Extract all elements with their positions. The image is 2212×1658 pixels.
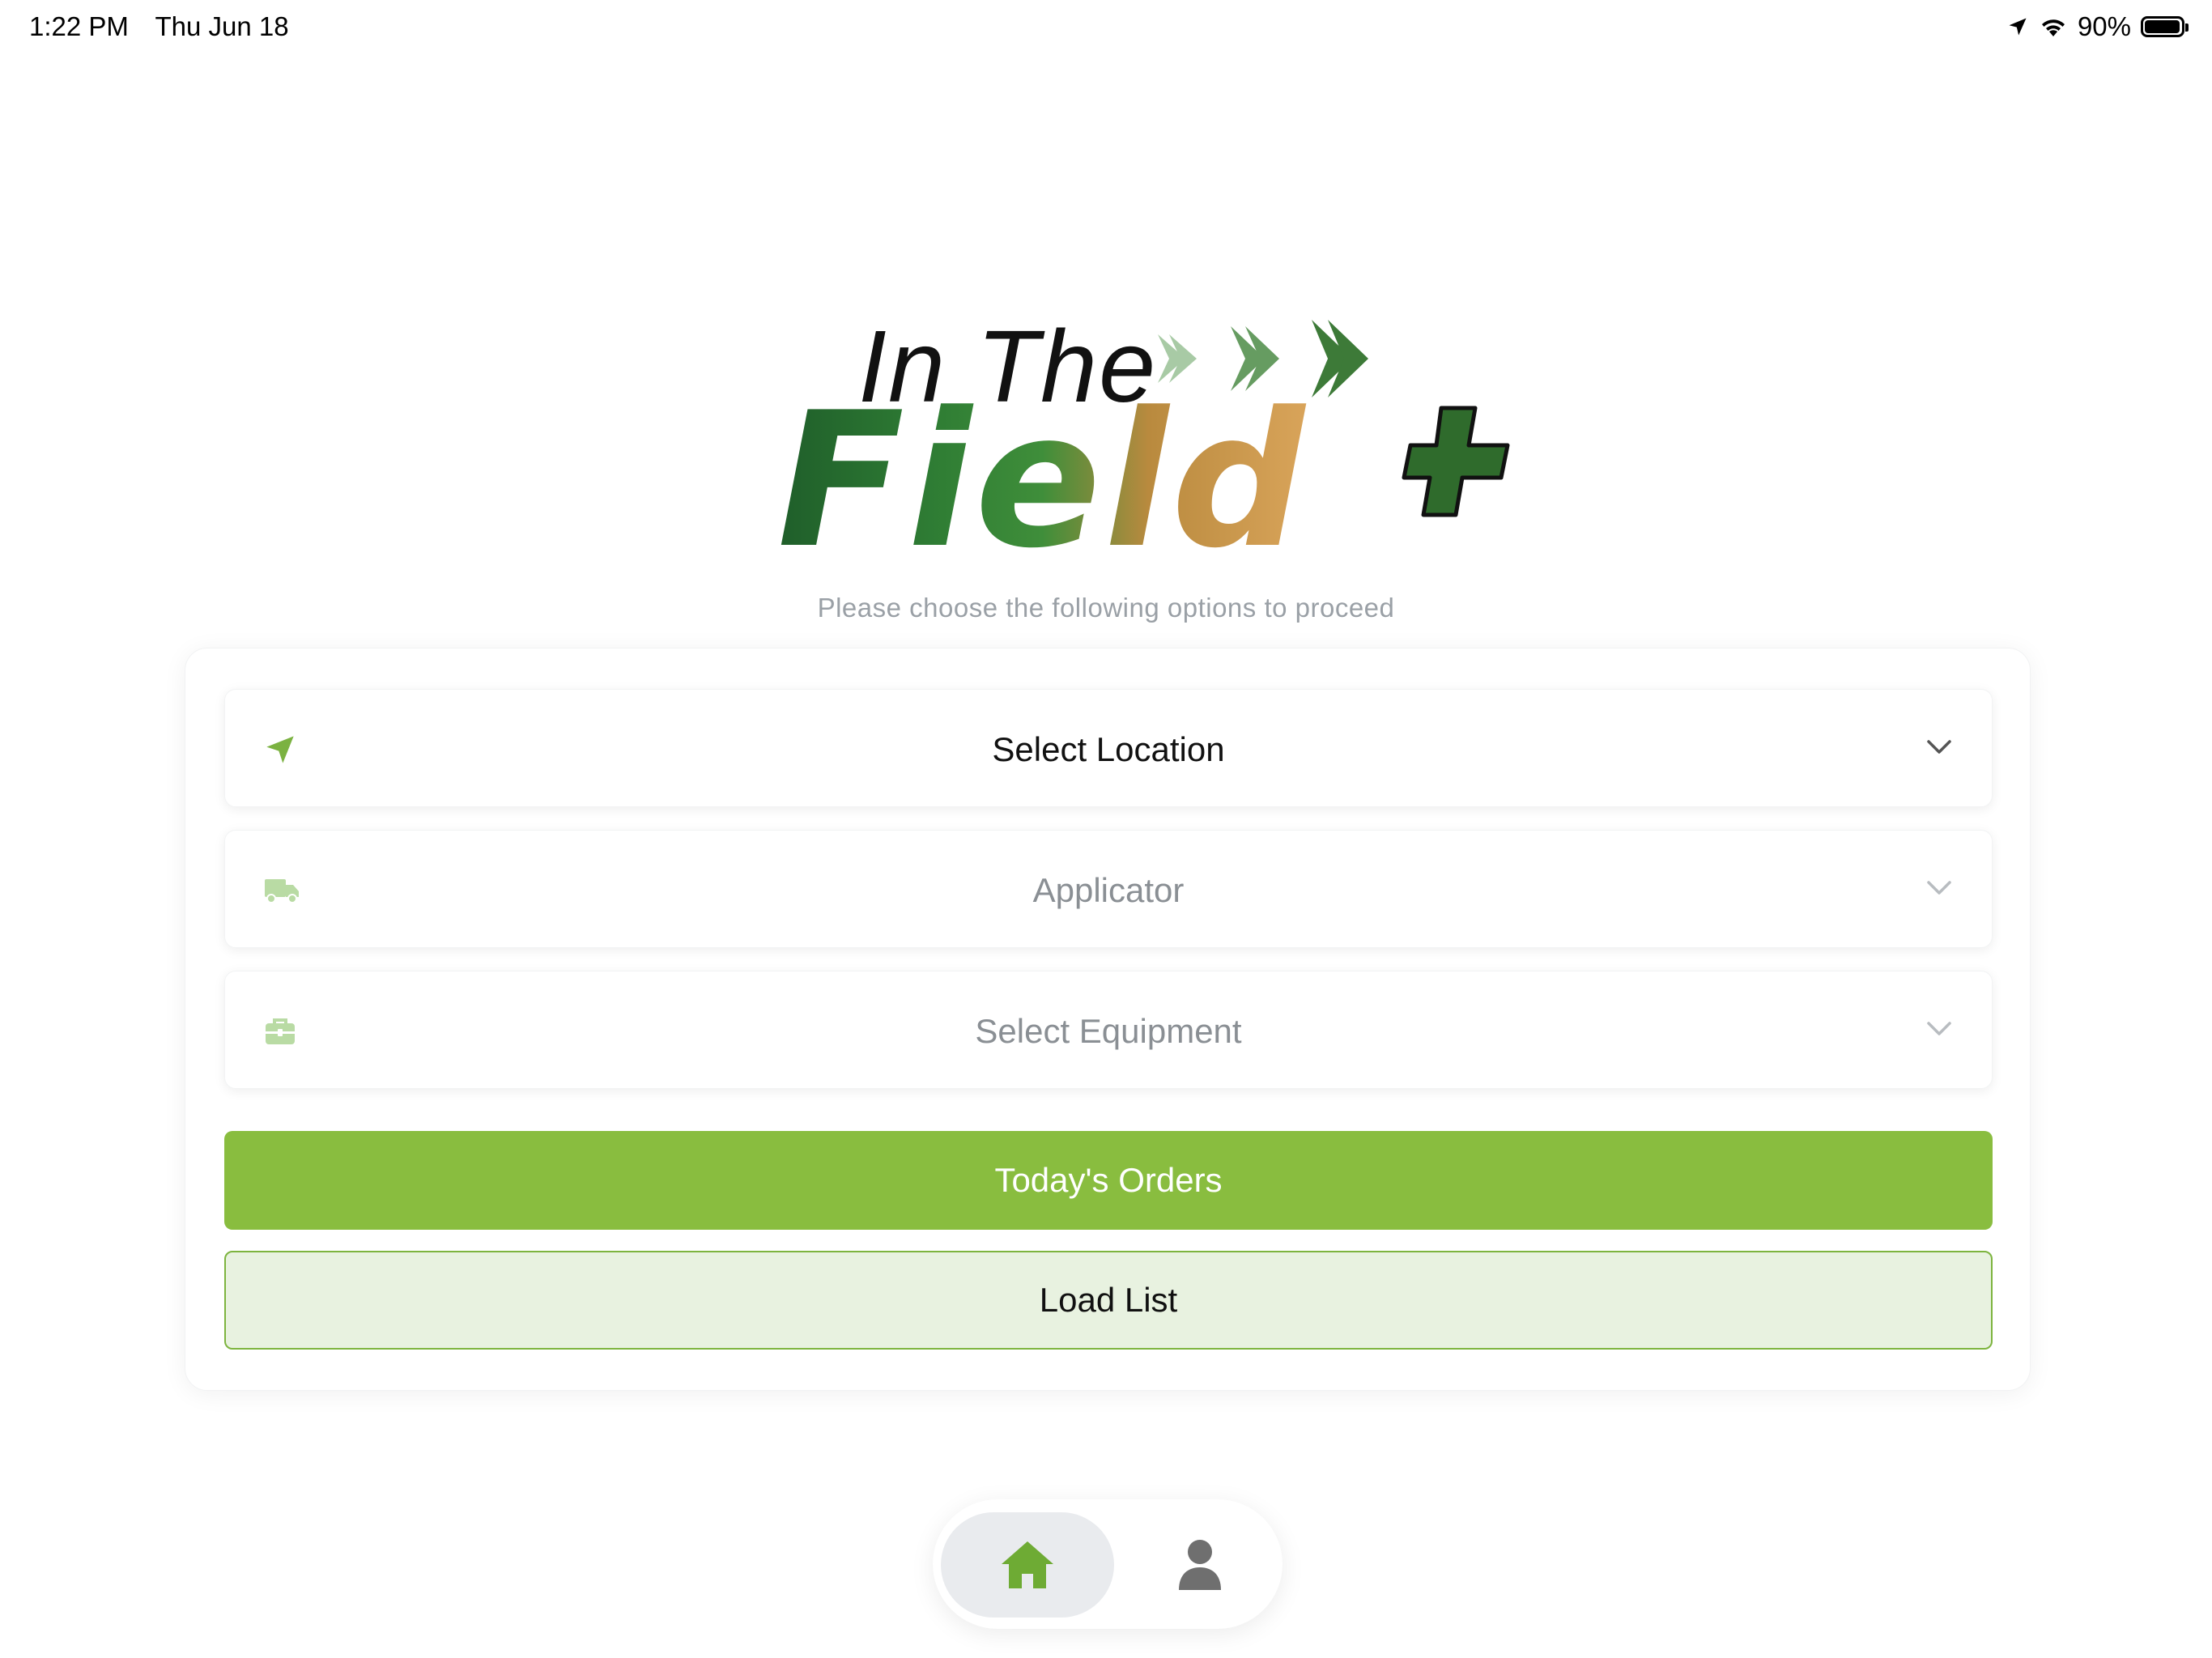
status-time: 1:22 PM (29, 11, 129, 41)
equipment-select[interactable]: Select Equipment (224, 971, 1993, 1089)
user-icon (1179, 1540, 1221, 1590)
applicator-select-label: Applicator (1032, 871, 1185, 909)
location-select[interactable]: Select Location (224, 689, 1993, 807)
battery-fill (2145, 20, 2180, 33)
status-right: 90% (2006, 11, 2189, 42)
chevron-down-icon (1927, 881, 1951, 895)
tab-home[interactable] (941, 1512, 1114, 1618)
chevron-down-icon (1927, 740, 1951, 754)
location-select-label: Select Location (992, 730, 1225, 768)
subtitle: Please choose the following options to p… (817, 593, 1395, 623)
battery-percentage: 90% (2077, 11, 2131, 41)
status-bar: 1:22 PM Thu Jun 18 90% (0, 0, 2212, 57)
bottom-tab-bar (933, 1499, 1283, 1629)
tab-profile[interactable] (1127, 1512, 1273, 1618)
battery-icon (2141, 16, 2189, 37)
status-date: Thu Jun 18 (155, 11, 289, 41)
logo-plus-icon (1402, 406, 1510, 517)
load-list-button[interactable]: Load List (224, 1251, 1993, 1350)
options-card: Select Location Applicator Select Equipm… (185, 648, 2031, 1391)
todays-orders-button[interactable]: Today's Orders (224, 1131, 1993, 1230)
app-logo: In The Field (777, 291, 1522, 583)
status-left: 1:22 PM Thu Jun 18 (29, 11, 308, 42)
equipment-select-label: Select Equipment (975, 1012, 1242, 1050)
location-arrow-icon (2009, 18, 2027, 36)
logo-line2: Field (777, 373, 1308, 589)
applicator-select[interactable]: Applicator (224, 830, 1993, 948)
wifi-icon (2041, 19, 2065, 36)
home-icon (1002, 1541, 1053, 1588)
chevron-down-icon (1927, 1022, 1951, 1035)
